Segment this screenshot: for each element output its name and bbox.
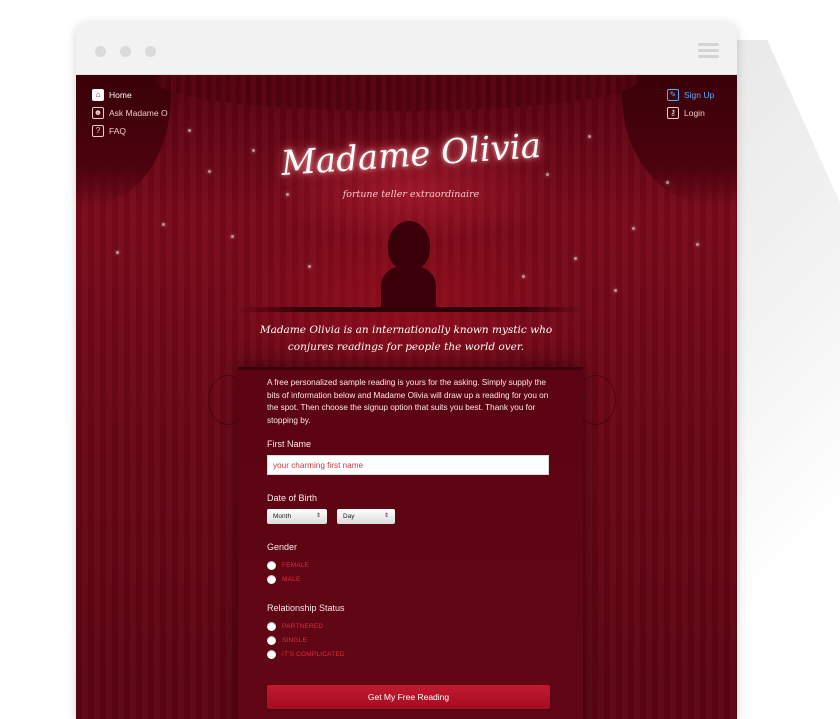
radio-label: PARTNERED [282,622,324,630]
curtain-valance [156,75,637,111]
radio-button[interactable] [267,574,276,584]
month-select[interactable]: Month ⇕ [267,509,327,524]
home-icon: ⌂ [92,89,104,101]
wand-icon: ✎ [667,89,679,101]
radio-label: SINGLE [282,636,308,644]
star [632,227,635,230]
radio-label: FEMALE [282,561,310,569]
gender-option-female[interactable]: FEMALE [267,559,309,571]
account-nav: ✎ Sign Up ⚷ Login [667,86,714,122]
radio-label: IT'S COMPLICATED [282,650,345,658]
window-dot-1 [95,46,106,57]
primary-nav: ⌂ Home ☻ Ask Madame O ? FAQ [92,86,168,140]
star [588,135,591,138]
logo-title: Madame Olivia [279,125,543,185]
star [546,173,549,176]
dob-label: Date of Birth [267,493,318,503]
relationship-option-complicated[interactable]: IT'S COMPLICATED [267,648,345,660]
nav-item-label: Ask Madame O [109,108,168,118]
site-logo[interactable]: Madame Olivia fortune teller extraordina… [276,126,546,225]
radio-button[interactable] [267,621,276,631]
gender-label: Gender [267,542,298,552]
relationship-option-partnered[interactable]: PARTNERED [267,620,323,632]
radio-button[interactable] [267,635,276,645]
logo-subtitle: fortune teller extraordinaire [342,189,480,200]
relationship-status-label: Relationship Status [267,603,345,613]
nav-item-label: Home [109,90,132,100]
radio-button[interactable] [267,560,276,570]
page-shadow [736,40,840,719]
select-arrows-icon: ⇕ [315,513,321,519]
first-name-input[interactable] [267,455,549,475]
stage-ledge [236,307,586,312]
browser-window: ⌂ Home ☻ Ask Madame O ? FAQ ✎ Sign Up ⚷ … [76,22,737,719]
fortune-teller-silhouette [381,221,436,311]
gender-option-male[interactable]: MALE [267,573,301,585]
window-dot-3 [145,46,156,57]
window-dot-2 [120,46,131,57]
nav-item-label: Sign Up [684,90,715,100]
intro-text: A free personalized sample reading is yo… [267,378,549,425]
star [252,149,255,152]
star [208,170,211,173]
star [666,181,669,184]
nav-item-label: Login [684,108,705,118]
person-icon: ☻ [92,107,104,119]
star [308,265,311,268]
nav-item-faq[interactable]: ? FAQ [92,122,168,140]
star [614,289,617,292]
key-icon: ⚷ [667,107,679,119]
star [116,251,119,254]
month-select-value: Month [273,513,292,520]
tagline: Madame Olivia is an internationally know… [259,324,553,353]
nav-item-label: FAQ [109,126,127,136]
nav-item-ask-madame-o[interactable]: ☻ Ask Madame O [92,104,168,122]
select-arrows-icon: ⇕ [383,513,389,519]
day-select[interactable]: Day ⇕ [337,509,395,524]
browser-chrome-bar [76,22,737,75]
day-select-value: Day [343,513,355,520]
question-icon: ? [92,125,104,137]
star [522,275,525,278]
sign-up-link[interactable]: ✎ Sign Up [667,86,714,104]
star [231,235,234,238]
radio-label: MALE [282,575,301,583]
page-viewport: ⌂ Home ☻ Ask Madame O ? FAQ ✎ Sign Up ⚷ … [76,75,737,719]
nav-item-home[interactable]: ⌂ Home [92,86,168,104]
star [696,243,699,246]
star [574,257,577,260]
star [162,223,165,226]
relationship-option-single[interactable]: SINGLE [267,634,307,646]
first-name-label: First Name [267,439,312,449]
login-link[interactable]: ⚷ Login [667,104,714,122]
radio-button[interactable] [267,649,276,659]
get-free-reading-button[interactable]: Get My Free Reading [267,685,550,709]
hamburger-menu-icon[interactable] [698,43,719,58]
star [188,129,191,132]
